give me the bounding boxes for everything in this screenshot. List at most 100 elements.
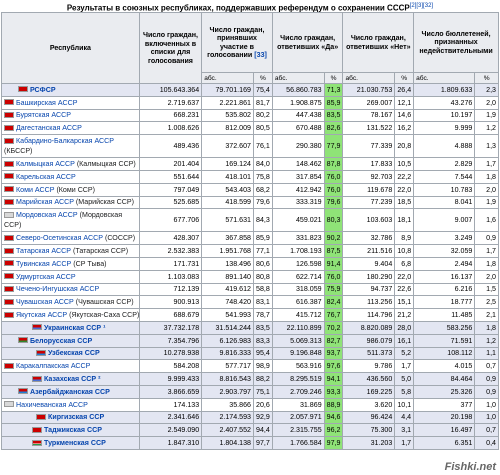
republic-link[interactable]: Украинская ССР ¹ <box>44 324 105 332</box>
subheader-pct: % <box>474 72 499 84</box>
caption-references[interactable]: [2][3][32] <box>410 3 433 9</box>
republic-link[interactable]: Казахская ССР ² <box>44 375 100 383</box>
no-pct-cell: 10,5 <box>394 157 415 171</box>
invalid-cell: 583.256 <box>413 320 476 335</box>
republic-cell: Кабардино-Балкарская АССР (КБССР) <box>1 134 140 159</box>
eligible-cell: 2.341.646 <box>138 410 203 425</box>
voted-pct-cell: 80,2 <box>253 108 273 123</box>
republic-link[interactable]: Узбекская ССР <box>48 349 100 357</box>
invalid-pct-cell: 1,1 <box>474 346 499 361</box>
yes-pct-cell: 77,9 <box>323 134 344 159</box>
republic-link[interactable]: Дагестанская АССР <box>16 124 82 132</box>
yes-cell: 148.462 <box>271 157 325 171</box>
invalid-pct-cell: 1,0 <box>474 410 499 425</box>
eligible-cell: 3.866.659 <box>138 384 203 399</box>
republic-link[interactable]: Белорусская ССР <box>30 337 92 345</box>
no-pct-cell: 20,8 <box>394 134 415 159</box>
eligible-cell: 1.847.310 <box>138 436 203 450</box>
flag-icon <box>4 198 14 205</box>
no-cell: 75.300 <box>342 423 396 438</box>
republic-link[interactable]: Нахичеванская АССР <box>16 401 88 409</box>
flag-icon <box>4 211 14 218</box>
table-row: Мордовская АССР (Мордовская ССР) 677.706 5… <box>1 208 499 233</box>
yes-cell: 415.712 <box>271 308 325 322</box>
yes-cell: 1.766.584 <box>271 436 325 450</box>
republic-link[interactable]: Коми АССР <box>16 186 54 194</box>
invalid-pct-cell: 2,5 <box>474 295 499 310</box>
republic-link[interactable]: Якутская АССР <box>16 311 67 319</box>
voted-pct-cell: 95,4 <box>253 346 273 361</box>
table-row: Карельская АССР 551.644 418.101 75,8 317.854… <box>1 169 499 184</box>
voted-cell: 9.816.333 <box>201 346 254 361</box>
table-row: Дагестанская АССР 1.008.626 812.009 80,5 670… <box>1 121 499 136</box>
no-pct-cell: 10,8 <box>394 244 415 258</box>
republic-link[interactable]: Туркменская ССР <box>44 439 106 447</box>
voted-cell: 2.903.797 <box>201 384 254 399</box>
republic-link[interactable]: Киргизская ССР <box>48 413 104 421</box>
voted-pct-cell: 68,2 <box>253 182 273 197</box>
invalid-pct-cell: 0,9 <box>474 384 499 399</box>
invalid-pct-cell: 2,1 <box>474 308 499 322</box>
republic-link[interactable]: Калмыцкая АССР <box>16 160 75 168</box>
no-cell: 169.225 <box>342 384 396 399</box>
voted-reference[interactable]: [33] <box>254 51 267 59</box>
republic-cell: Карельская АССР <box>1 169 140 184</box>
yes-pct-cell: 87,8 <box>323 157 344 171</box>
voted-cell: 1.804.138 <box>201 436 254 450</box>
republic-link[interactable]: РСФСР <box>30 86 56 94</box>
republic-link[interactable]: Тувинская АССР <box>16 260 71 268</box>
republic-cell: Марийская АССР (Марийская ССР) <box>1 195 140 210</box>
republic-link[interactable]: Чечено-Ингушская АССР <box>16 285 99 293</box>
eligible-cell: 9.999.433 <box>138 372 203 386</box>
table-row: Азербайджанская ССР 3.866.659 2.903.797 75,… <box>1 384 499 399</box>
no-cell: 92.703 <box>342 169 396 184</box>
invalid-cell: 84.464 <box>413 372 476 386</box>
republic-link[interactable]: Башкирская АССР <box>16 99 77 107</box>
republic-link[interactable]: Марийская АССР <box>16 198 74 206</box>
republic-link[interactable]: Карельская АССР <box>16 173 76 181</box>
voted-pct-cell: 98,9 <box>253 359 273 374</box>
yes-pct-cell: 76,0 <box>323 182 344 197</box>
voted-cell: 891.140 <box>201 269 254 284</box>
voted-cell: 418.101 <box>201 169 254 184</box>
republic-cell: Киргизская ССР <box>1 410 140 425</box>
voted-cell: 367.858 <box>201 231 254 246</box>
table-row: Марийская АССР (Марийская ССР) 525.685 418… <box>1 195 499 210</box>
invalid-pct-cell: 1,2 <box>474 333 499 348</box>
republic-alt-name: (СОССР) <box>104 234 136 243</box>
flag-icon <box>4 298 14 305</box>
republic-cell: Азербайджанская ССР <box>1 384 140 399</box>
flag-icon <box>4 186 14 193</box>
republic-link[interactable]: Северо-Осетинская АССР <box>16 234 103 242</box>
invalid-cell: 6.216 <box>413 282 476 297</box>
subheader-pct: % <box>394 72 415 84</box>
flag-icon <box>36 413 46 420</box>
republic-link[interactable]: Каракалпакская АССР <box>16 362 90 370</box>
no-cell: 103.603 <box>342 208 396 233</box>
republic-link[interactable]: Кабардино-Балкарская АССР <box>16 137 114 145</box>
no-cell: 77.339 <box>342 134 396 159</box>
republic-link[interactable]: Татарская АССР <box>16 247 71 255</box>
republic-link[interactable]: Бурятская АССР <box>16 111 71 119</box>
flag-icon <box>4 260 14 267</box>
voted-pct-cell: 79,6 <box>253 195 273 210</box>
no-pct-cell: 21,2 <box>394 308 415 322</box>
flag-icon <box>4 173 14 180</box>
no-pct-cell: 22,6 <box>394 282 415 297</box>
no-cell: 119.678 <box>342 182 396 197</box>
yes-cell: 1.908.875 <box>271 95 325 110</box>
invalid-pct-cell: 0,4 <box>474 436 499 450</box>
eligible-cell: 712.139 <box>138 282 203 297</box>
republic-link[interactable]: Азербайджанская ССР <box>30 388 110 396</box>
republic-link[interactable]: Таджикская ССР <box>44 426 102 434</box>
yes-pct-cell: 88,9 <box>323 397 344 412</box>
invalid-cell: 7.544 <box>413 169 476 184</box>
republic-link[interactable]: Мордовская АССР <box>16 211 78 219</box>
table-row: Тувинская АССР (СР Тыва) 171.731 138.496 80… <box>1 256 499 271</box>
invalid-cell: 2.829 <box>413 157 476 171</box>
republic-link[interactable]: Удмуртская АССР <box>16 273 76 281</box>
eligible-cell: 201.404 <box>138 157 203 171</box>
no-pct-cell: 3,1 <box>394 423 415 438</box>
watermark-logo: Fishki.net <box>444 461 496 473</box>
republic-link[interactable]: Чувашская АССР <box>16 298 74 306</box>
